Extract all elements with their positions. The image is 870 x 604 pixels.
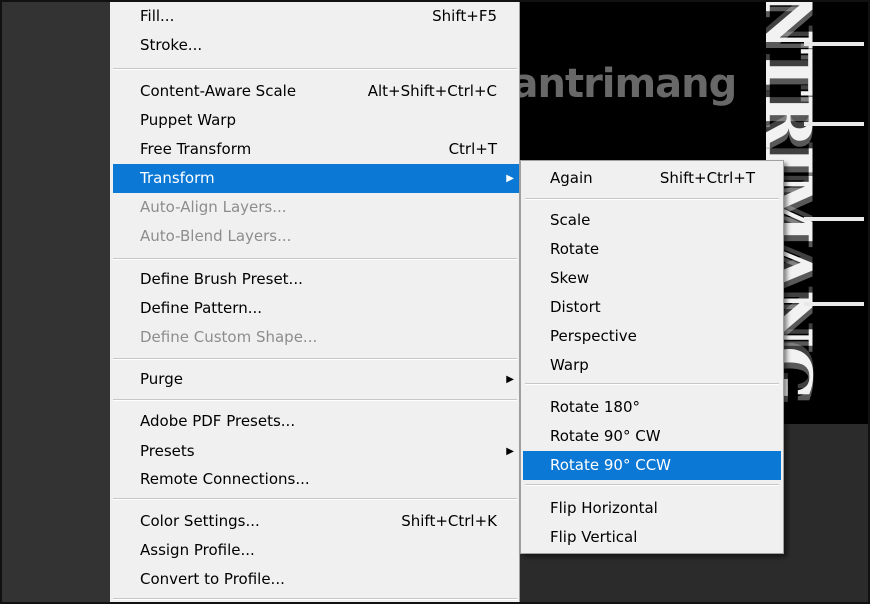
menu-item-auto-align-layers: Auto-Align Layers... bbox=[110, 193, 519, 222]
menu-item-content-aware-scale[interactable]: Content-Aware Scale Alt+Shift+Ctrl+C bbox=[110, 77, 519, 106]
menu-separator bbox=[525, 383, 779, 385]
menu-item-label: Purge bbox=[140, 370, 183, 388]
submenu-item-flip-vertical[interactable]: Flip Vertical bbox=[523, 523, 781, 552]
submenu-item-label: Perspective bbox=[550, 327, 637, 345]
menu-item-label: Fill... bbox=[140, 7, 175, 25]
menu-item-assign-profile[interactable]: Assign Profile... bbox=[110, 536, 519, 565]
submenu-item-distort[interactable]: Distort bbox=[523, 293, 781, 322]
submenu-item-label: Distort bbox=[550, 298, 601, 316]
menu-item-transform[interactable]: Transform ▶ bbox=[113, 164, 519, 193]
menu-item-label: Convert to Profile... bbox=[140, 570, 285, 588]
menu-item-label: Define Custom Shape... bbox=[140, 328, 318, 346]
menu-item-label: Assign Profile... bbox=[140, 541, 255, 559]
edit-menu: Fill... Shift+F5 Stroke... Content-Aware… bbox=[110, 2, 520, 604]
menu-separator bbox=[113, 68, 517, 70]
canvas-stripe bbox=[804, 217, 864, 221]
menu-item-label: Stroke... bbox=[140, 36, 203, 54]
menu-item-shortcut: Shift+F5 bbox=[432, 7, 497, 25]
submenu-item-label: Warp bbox=[550, 356, 589, 374]
submenu-item-scale[interactable]: Scale bbox=[523, 206, 781, 235]
menu-item-label: Free Transform bbox=[140, 140, 252, 158]
submenu-item-label: Again bbox=[550, 169, 593, 187]
menu-item-free-transform[interactable]: Free Transform Ctrl+T bbox=[110, 135, 519, 164]
canvas-stripe bbox=[804, 42, 864, 46]
menu-item-puppet-warp[interactable]: Puppet Warp bbox=[110, 106, 519, 135]
left-panel bbox=[2, 2, 110, 602]
menu-item-color-settings[interactable]: Color Settings... Shift+Ctrl+K bbox=[110, 507, 519, 536]
submenu-item-skew[interactable]: Skew bbox=[523, 264, 781, 293]
submenu-item-label: Scale bbox=[550, 211, 591, 229]
menu-separator bbox=[525, 484, 779, 486]
submenu-item-label: Skew bbox=[550, 269, 590, 287]
submenu-item-label: Rotate 90° CCW bbox=[550, 456, 672, 474]
menu-item-label: Transform bbox=[140, 169, 215, 187]
menu-item-define-custom-shape: Define Custom Shape... bbox=[110, 323, 519, 352]
menu-item-label: Content-Aware Scale bbox=[140, 82, 297, 100]
submenu-item-label: Flip Horizontal bbox=[550, 499, 658, 517]
menu-item-adobe-pdf-presets[interactable]: Adobe PDF Presets... bbox=[110, 407, 519, 436]
watermark-text: uantrimang bbox=[484, 61, 737, 107]
menu-item-label: Define Brush Preset... bbox=[140, 270, 303, 288]
submenu-item-label: Rotate bbox=[550, 240, 600, 258]
submenu-item-rotate-90-cw[interactable]: Rotate 90° CW bbox=[523, 422, 781, 451]
menu-item-auto-blend-layers: Auto-Blend Layers... bbox=[110, 222, 519, 251]
menu-item-shortcut: Shift+Ctrl+K bbox=[401, 512, 497, 530]
submenu-item-perspective[interactable]: Perspective bbox=[523, 322, 781, 351]
submenu-item-label: Rotate 180° bbox=[550, 398, 641, 416]
transform-submenu: Again Shift+Ctrl+T Scale Rotate Skew Dis… bbox=[520, 160, 784, 554]
menu-item-define-brush-preset[interactable]: Define Brush Preset... bbox=[110, 265, 519, 294]
submenu-item-rotate[interactable]: Rotate bbox=[523, 235, 781, 264]
menu-separator bbox=[113, 399, 517, 401]
menu-item-label: Color Settings... bbox=[140, 512, 260, 530]
submenu-item-label: Flip Vertical bbox=[550, 528, 638, 546]
menu-separator bbox=[113, 358, 517, 360]
menu-item-define-pattern[interactable]: Define Pattern... bbox=[110, 294, 519, 323]
submenu-arrow-icon: ▶ bbox=[506, 446, 514, 457]
menu-separator bbox=[113, 258, 517, 260]
menu-item-stroke[interactable]: Stroke... bbox=[110, 31, 519, 60]
menu-item-remote-connections[interactable]: Remote Connections... bbox=[110, 465, 519, 494]
menu-item-purge[interactable]: Purge ▶ bbox=[110, 365, 519, 394]
submenu-arrow-icon: ▶ bbox=[506, 374, 514, 385]
submenu-arrow-icon: ▶ bbox=[506, 173, 514, 184]
submenu-item-shortcut: Shift+Ctrl+T bbox=[659, 169, 755, 187]
menu-item-convert-to-profile[interactable]: Convert to Profile... bbox=[110, 565, 519, 594]
menu-item-label: Adobe PDF Presets... bbox=[140, 412, 296, 430]
menu-item-label: Define Pattern... bbox=[140, 299, 262, 317]
menu-item-presets[interactable]: Presets ▶ bbox=[110, 437, 519, 466]
submenu-item-label: Rotate 90° CW bbox=[550, 427, 661, 445]
submenu-item-warp[interactable]: Warp bbox=[523, 351, 781, 380]
menu-item-label: Auto-Align Layers... bbox=[140, 198, 287, 216]
menu-separator bbox=[113, 598, 517, 600]
submenu-item-rotate-180[interactable]: Rotate 180° bbox=[523, 393, 781, 422]
menu-separator bbox=[525, 198, 779, 200]
menu-item-label: Presets bbox=[140, 442, 195, 460]
menu-item-label: Puppet Warp bbox=[140, 111, 236, 129]
menu-separator bbox=[113, 498, 517, 500]
menu-item-label: Remote Connections... bbox=[140, 470, 310, 488]
submenu-item-again[interactable]: Again Shift+Ctrl+T bbox=[523, 164, 781, 193]
canvas-stripe bbox=[804, 302, 864, 306]
menu-item-shortcut: Alt+Shift+Ctrl+C bbox=[367, 82, 497, 100]
menu-item-fill[interactable]: Fill... Shift+F5 bbox=[110, 2, 519, 31]
submenu-item-flip-horizontal[interactable]: Flip Horizontal bbox=[523, 494, 781, 523]
menu-item-label: Auto-Blend Layers... bbox=[140, 227, 292, 245]
canvas-stripe bbox=[804, 122, 864, 126]
submenu-item-rotate-90-ccw[interactable]: Rotate 90° CCW bbox=[523, 451, 781, 480]
menu-item-shortcut: Ctrl+T bbox=[448, 140, 497, 158]
